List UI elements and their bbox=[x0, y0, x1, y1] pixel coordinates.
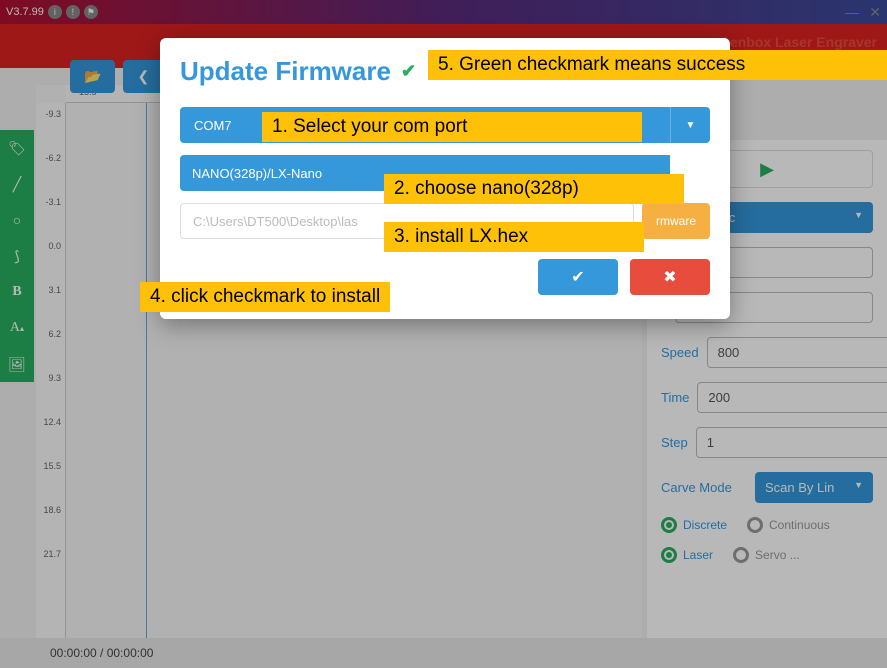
annotation-5: 5. Green checkmark means success bbox=[428, 50, 887, 80]
annotation-2: 2. choose nano(328p) bbox=[384, 174, 684, 204]
com-label: COM7 bbox=[180, 107, 250, 143]
close-icon: ✖ bbox=[663, 269, 676, 286]
confirm-button[interactable]: ✔ bbox=[538, 259, 618, 295]
annotation-3: 3. install LX.hex bbox=[384, 222, 644, 252]
firmware-browse-button[interactable]: rmware bbox=[642, 203, 710, 239]
cancel-button[interactable]: ✖ bbox=[630, 259, 710, 295]
check-icon: ✔ bbox=[571, 269, 584, 286]
checkmark-icon: ✔ bbox=[401, 61, 416, 82]
com-dropdown-caret[interactable]: ▼ bbox=[670, 107, 710, 143]
annotation-4: 4. click checkmark to install bbox=[140, 282, 390, 312]
annotation-1: 1. Select your com port bbox=[262, 112, 642, 142]
